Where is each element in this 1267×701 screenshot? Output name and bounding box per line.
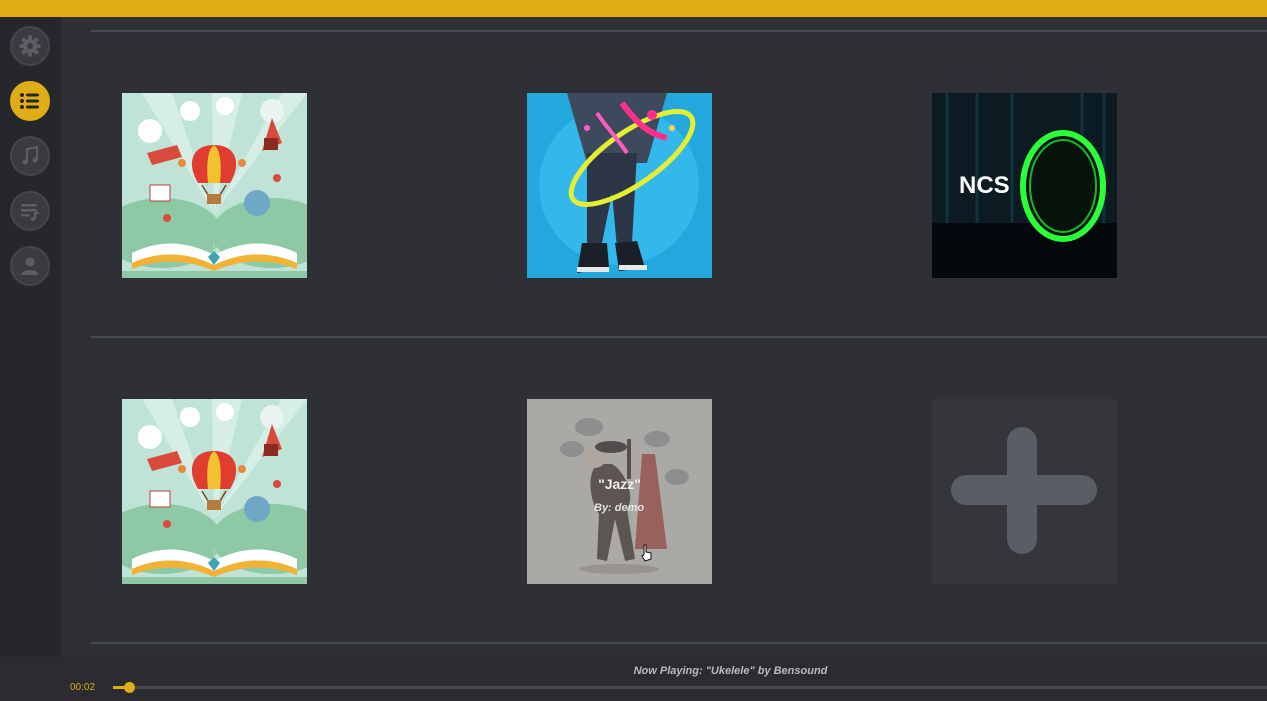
playlist-title: "Jazz" (598, 476, 641, 492)
progress-knob[interactable] (124, 682, 135, 693)
album-art-dancer (527, 93, 712, 278)
music-note-icon (22, 145, 38, 165)
hand-cursor-icon (641, 544, 652, 562)
add-playlist-button[interactable] (932, 399, 1117, 584)
playlist-tile-jazz[interactable]: "Jazz" By: demo (527, 399, 712, 584)
album-art-storybook (122, 93, 307, 278)
list-button[interactable] (10, 81, 50, 121)
playlist-tile-dance[interactable] (527, 93, 712, 278)
progress-track[interactable] (113, 686, 1267, 689)
playlist-tile-storybook[interactable] (122, 93, 307, 278)
playlist-tile-storybook-2[interactable] (122, 399, 307, 584)
user-icon (21, 257, 39, 275)
album-art-storybook (122, 399, 307, 584)
music-button[interactable] (10, 136, 50, 176)
top-accent-bar (0, 0, 1267, 17)
player-bar: Now Playing: "Ukelele" by Bensound 00:02 (0, 657, 1267, 701)
playlist-tile-ncs[interactable]: NCS (932, 93, 1117, 278)
divider (91, 642, 1267, 644)
plus-icon (951, 427, 1097, 554)
divider (91, 30, 1267, 32)
playlist-button[interactable] (10, 191, 50, 231)
elapsed-time: 00:02 (70, 682, 96, 693)
gear-icon (19, 35, 41, 57)
divider (91, 336, 1267, 338)
sidebar (0, 17, 61, 657)
playlist-author: By: demo (594, 502, 645, 514)
now-playing-label: Now Playing: "Ukelele" by Bensound (633, 665, 828, 677)
profile-button[interactable] (10, 246, 50, 286)
list-icon (20, 93, 39, 109)
ncs-logo-text: NCS (959, 172, 1010, 199)
album-art-ncs: NCS (932, 93, 1117, 278)
library-grid: NCS "Jazz" By: demo (61, 17, 1267, 657)
playlist-icon (21, 204, 39, 221)
settings-button[interactable] (10, 26, 50, 66)
